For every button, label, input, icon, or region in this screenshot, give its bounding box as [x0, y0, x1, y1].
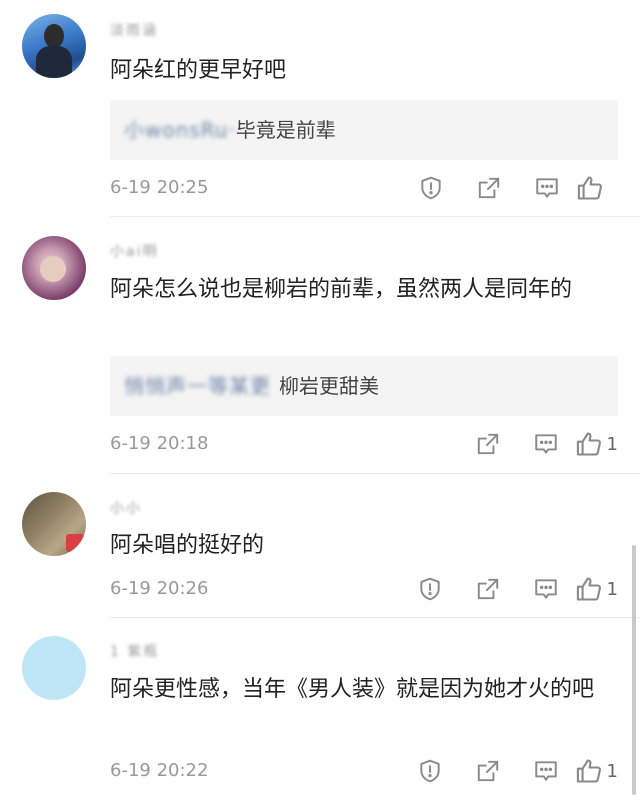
like-count: 1	[606, 760, 618, 782]
share-button[interactable]	[460, 171, 518, 205]
thumbs-up-icon	[577, 176, 602, 200]
comment-icon	[534, 761, 557, 781]
divider	[110, 216, 640, 217]
report-button[interactable]	[402, 171, 460, 205]
report-shield-icon	[419, 577, 440, 601]
comment-actions	[402, 171, 618, 205]
timestamp: 6-19 20:25	[110, 177, 209, 198]
reply-text: 柳岩更甜美	[279, 374, 379, 398]
reply-username[interactable]: 小wonsRu·	[124, 100, 236, 160]
reply-username[interactable]: 悄悄声一等某更	[124, 356, 271, 416]
comment-icon	[534, 579, 557, 599]
like-button[interactable]: 1	[575, 575, 618, 603]
share-button[interactable]	[459, 572, 517, 606]
comment-text: 阿朵更性感，当年《男人装》就是因为她才火的吧	[110, 677, 595, 702]
reply-button[interactable]	[517, 427, 575, 461]
reply-button[interactable]	[517, 754, 575, 788]
share-icon	[477, 578, 498, 600]
comment-icon	[536, 178, 558, 198]
report-shield-icon	[421, 176, 441, 200]
like-button[interactable]: 1	[575, 757, 618, 785]
scrollbar[interactable]	[632, 545, 636, 795]
comment-text: 阿朵红的更早好吧	[110, 58, 287, 83]
divider	[110, 473, 640, 474]
avatar[interactable]	[22, 636, 86, 700]
report-button[interactable]	[401, 572, 459, 606]
timestamp: 6-19 20:26	[110, 578, 209, 599]
timestamp: 6-19 20:22	[110, 760, 209, 781]
like-button[interactable]: 1	[575, 430, 618, 458]
share-icon	[477, 433, 498, 455]
username[interactable]: 小ai明	[110, 241, 158, 261]
share-icon	[477, 760, 498, 782]
reply-quote[interactable]: 小wonsRu·毕竟是前辈	[110, 100, 618, 160]
share-button[interactable]	[459, 754, 517, 788]
avatar[interactable]	[22, 236, 86, 300]
divider	[110, 617, 640, 618]
comment-text: 阿朵唱的挺好的	[110, 533, 265, 558]
like-count: 1	[606, 433, 618, 455]
avatar[interactable]	[22, 14, 86, 78]
comment-text: 阿朵怎么说也是柳岩的前辈，虽然两人是同年的	[110, 277, 573, 302]
share-icon	[478, 177, 500, 199]
comment-actions: 1	[401, 754, 618, 788]
report-button[interactable]	[401, 754, 459, 788]
username[interactable]: 1 紫瓶	[110, 641, 159, 661]
like-button[interactable]	[576, 174, 618, 202]
thumbs-up-icon	[576, 759, 601, 783]
thumbs-up-icon	[576, 577, 601, 601]
reply-button[interactable]	[518, 171, 576, 205]
comment-icon	[534, 434, 557, 454]
reply-text: 毕竟是前辈	[235, 118, 336, 142]
report-shield-icon	[419, 759, 440, 783]
reply-quote[interactable]: 悄悄声一等某更 柳岩更甜美	[110, 356, 618, 416]
avatar[interactable]	[22, 492, 86, 556]
timestamp: 6-19 20:18	[110, 433, 209, 454]
username[interactable]: 淡雨涵	[110, 20, 158, 40]
comment-actions: 1	[459, 427, 618, 461]
like-count: 1	[606, 578, 618, 600]
reply-button[interactable]	[517, 572, 575, 606]
username[interactable]: 小小	[110, 498, 142, 518]
thumbs-up-icon	[576, 432, 601, 456]
comment-actions: 1	[401, 572, 618, 606]
share-button[interactable]	[459, 427, 517, 461]
